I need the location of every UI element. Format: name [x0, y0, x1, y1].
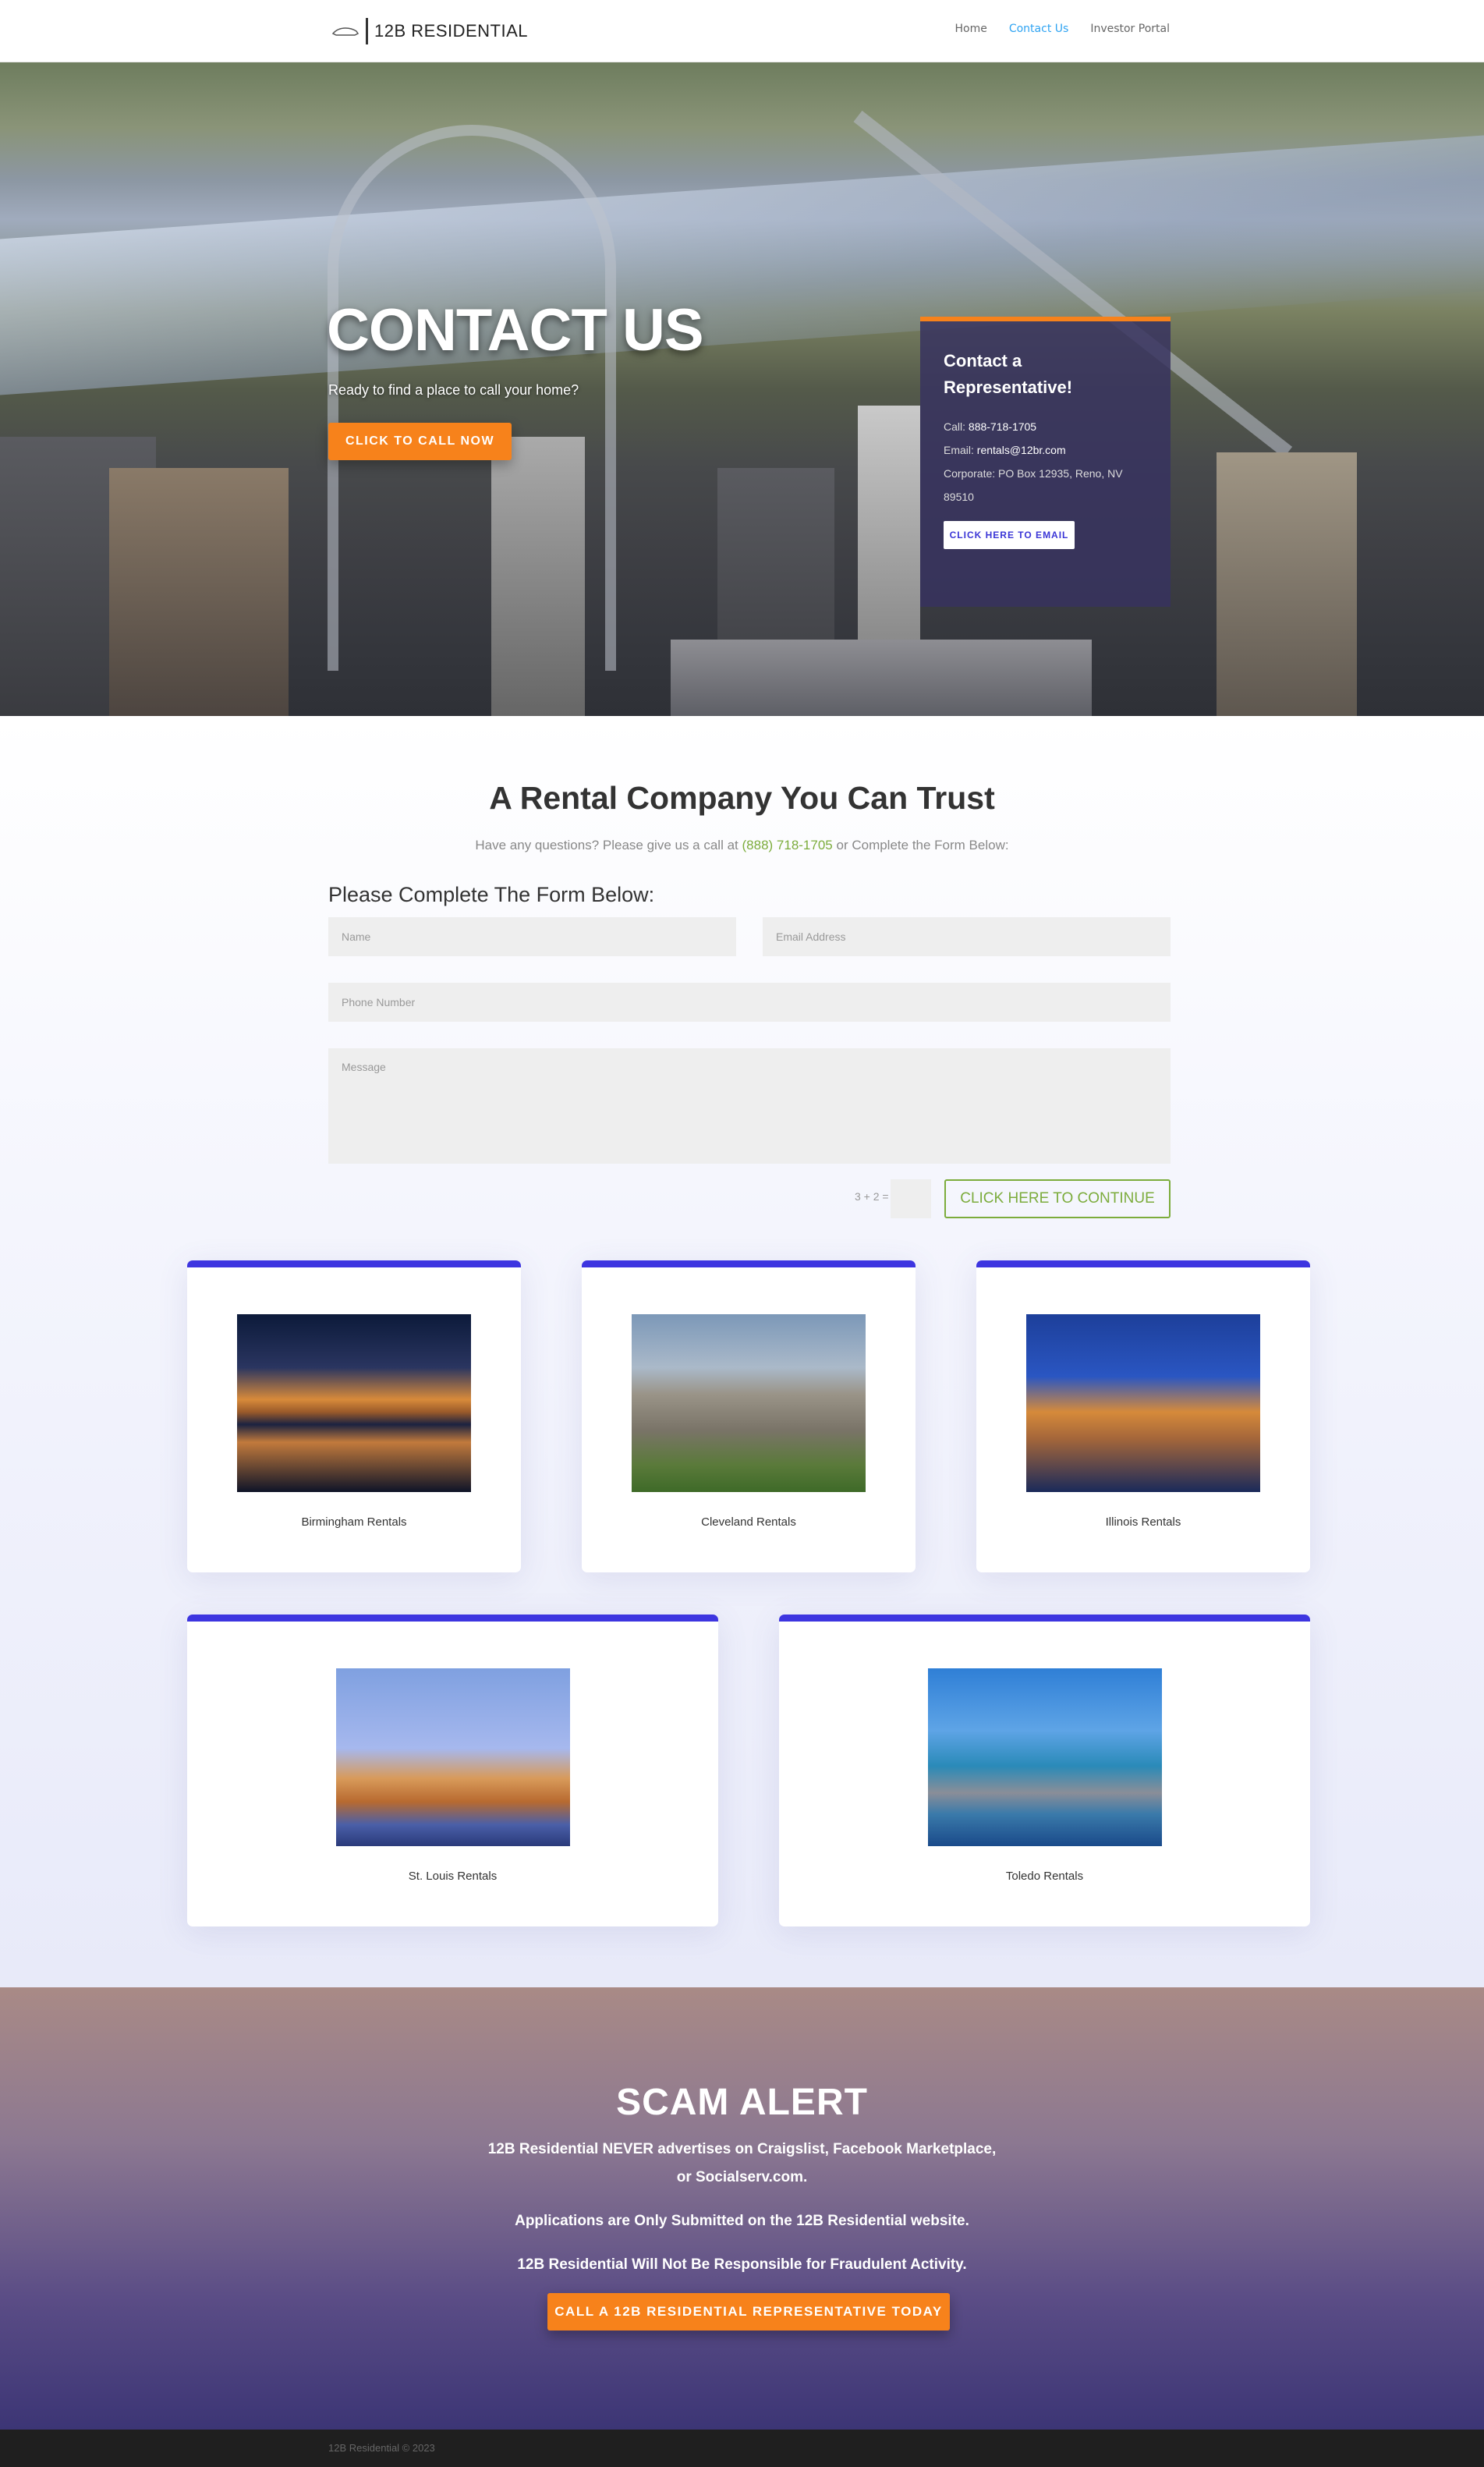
st-louis-skyline-image	[336, 1668, 570, 1846]
rep-email-label: Email:	[944, 444, 974, 456]
captcha-input[interactable]	[891, 1179, 931, 1218]
subtitle-suffix: or Complete the Form Below:	[836, 838, 1009, 852]
hero-section: CONTACT US Ready to find a place to call…	[0, 62, 1484, 716]
form-title: Please Complete The Form Below:	[328, 883, 655, 906]
name-field[interactable]: Name	[328, 917, 736, 956]
scam-alert-text-2: Applications are Only Submitted on the 1…	[515, 2213, 969, 2229]
nav-contact-us[interactable]: Contact Us	[1009, 23, 1068, 35]
city-card-label: Cleveland Rentals	[701, 1515, 796, 1529]
nav-investor-portal[interactable]: Investor Portal	[1090, 23, 1170, 35]
phone-field[interactable]: Phone Number	[328, 983, 1171, 1022]
subtitle-phone-link[interactable]: (888) 718-1705	[742, 838, 833, 852]
call-representative-button[interactable]: CALL A 12B RESIDENTIAL REPRESENTATIVE TO…	[547, 2293, 950, 2331]
rep-call-label: Call:	[944, 420, 966, 433]
rep-card-title: Contact a Representative!	[944, 351, 1073, 397]
logo-text: 12B RESIDENTIAL	[374, 21, 529, 41]
logo[interactable]: 12B RESIDENTIAL	[331, 16, 528, 47]
message-field[interactable]: Message	[328, 1048, 1171, 1164]
hero-building	[671, 640, 1092, 716]
hero-building	[491, 437, 585, 716]
scam-alert-text-3: 12B Residential Will Not Be Responsible …	[517, 2256, 967, 2273]
rep-call-value[interactable]: 888-718-1705	[969, 420, 1036, 433]
representative-card: Contact a Representative! Call: 888-718-…	[920, 317, 1171, 607]
city-card-illinois[interactable]: Illinois Rentals	[976, 1260, 1310, 1572]
city-card-label: Toledo Rentals	[1005, 1870, 1084, 1883]
section-heading: A Rental Company You Can Trust	[489, 780, 995, 816]
logo-divider	[366, 18, 368, 44]
rep-corporate-address: Corporate: PO Box 12935, Reno, NV 89510	[944, 467, 1123, 503]
submit-button[interactable]: CLICK HERE TO CONTINUE	[944, 1179, 1171, 1218]
subtitle-prefix: Have any questions? Please give us a cal…	[475, 838, 738, 852]
illinois-skyline-image	[1026, 1314, 1260, 1492]
rep-email-value[interactable]: rentals@12br.com	[977, 444, 1066, 456]
scam-alert-title: SCAM ALERT	[616, 2082, 868, 2123]
main-nav: Home Contact Us Investor Portal	[955, 23, 1171, 35]
scam-alert-text-1: 12B Residential NEVER advertises on Crai…	[487, 2141, 997, 2185]
scam-alert-section: SCAM ALERT 12B Residential NEVER adverti…	[0, 1987, 1484, 2430]
city-card-birmingham[interactable]: Birmingham Rentals	[187, 1260, 521, 1572]
section-subtitle: Have any questions? Please give us a cal…	[0, 838, 1484, 853]
toledo-skyline-image	[928, 1668, 1162, 1846]
call-now-button[interactable]: CLICK TO CALL NOW	[328, 423, 512, 460]
email-button[interactable]: CLICK HERE TO EMAIL	[944, 521, 1075, 549]
page-title: CONTACT US	[327, 297, 704, 363]
logo-car-icon	[331, 27, 359, 36]
hero-building	[1217, 452, 1357, 716]
city-card-label: Illinois Rentals	[1105, 1515, 1181, 1529]
copyright-text: 12B Residential © 2023	[328, 2442, 435, 2454]
rep-email-line: Email: rentals@12br.com	[944, 438, 1147, 462]
captcha-question: 3 + 2 =	[855, 1190, 889, 1203]
contact-section: A Rental Company You Can Trust Have any …	[0, 716, 1484, 1987]
site-header: 12B RESIDENTIAL Home Contact Us Investor…	[0, 0, 1484, 62]
city-card-label: St. Louis Rentals	[408, 1870, 498, 1883]
email-field[interactable]: Email Address	[763, 917, 1171, 956]
city-card-st-louis[interactable]: St. Louis Rentals	[187, 1615, 718, 1926]
rep-call-line: Call: 888-718-1705	[944, 415, 1147, 438]
city-card-cleveland[interactable]: Cleveland Rentals	[582, 1260, 916, 1572]
cleveland-skyline-image	[632, 1314, 866, 1492]
site-footer: 12B Residential © 2023	[0, 2430, 1484, 2467]
hero-subtitle: Ready to find a place to call your home?	[328, 382, 579, 398]
city-card-toledo[interactable]: Toledo Rentals	[779, 1615, 1310, 1926]
birmingham-skyline-image	[237, 1314, 471, 1492]
hero-river-image	[0, 135, 1484, 395]
hero-building	[109, 468, 289, 716]
nav-home[interactable]: Home	[955, 23, 987, 35]
city-card-label: Birmingham Rentals	[301, 1515, 407, 1529]
